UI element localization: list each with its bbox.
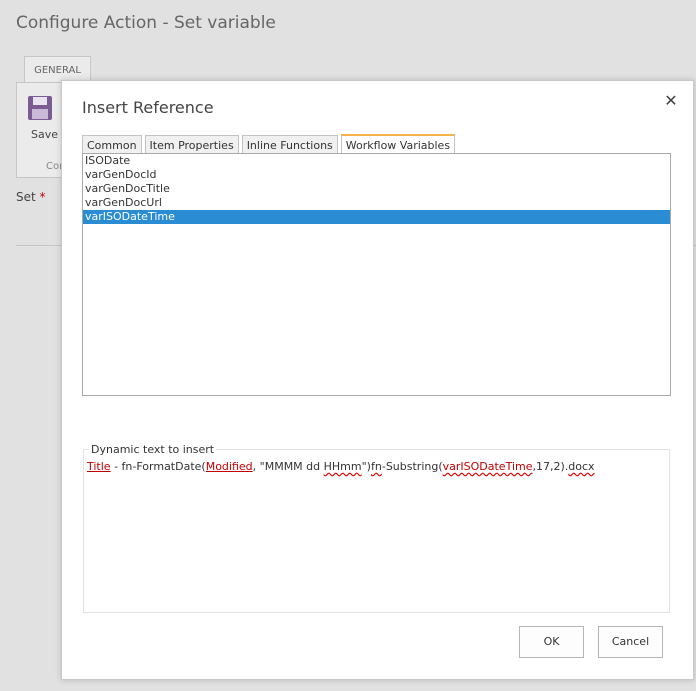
text-segment: fn: [370, 460, 382, 473]
text-segment: , "MMMM dd: [252, 460, 324, 473]
insert-reference-dialog: Insert Reference ✕ Common Item Propertie…: [61, 80, 694, 680]
save-icon[interactable]: [27, 95, 53, 121]
set-label-text: Set: [16, 190, 36, 204]
reference-tabs: Common Item Properties Inline Functions …: [82, 134, 458, 155]
dynamic-text-field[interactable]: Dynamic text to insert Title - fn-Format…: [83, 443, 670, 613]
reference-token-var[interactable]: varISODateTime: [443, 460, 533, 473]
tab-inline-functions[interactable]: Inline Functions: [241, 135, 338, 154]
ribbon-group: Save Con: [16, 82, 65, 178]
cancel-button[interactable]: Cancel: [598, 626, 663, 658]
list-item[interactable]: varGenDocUrl: [83, 196, 670, 210]
text-segment: - fn-FormatDate(: [110, 460, 206, 473]
required-mark: *: [39, 190, 46, 204]
divider: [16, 245, 66, 246]
reference-token-title[interactable]: Title: [87, 460, 111, 473]
dynamic-text-legend: Dynamic text to insert: [89, 443, 217, 456]
variables-listbox[interactable]: ISODate varGenDocId varGenDocTitle varGe…: [82, 153, 671, 396]
text-segment: "): [361, 460, 371, 473]
ribbon-tab-general[interactable]: GENERAL: [24, 56, 91, 83]
list-item-selected[interactable]: varISODateTime: [83, 210, 670, 224]
reference-token-modified[interactable]: Modified: [206, 460, 253, 473]
dialog-title: Insert Reference: [82, 98, 214, 117]
close-icon[interactable]: ✕: [663, 93, 679, 109]
tab-common[interactable]: Common: [82, 135, 142, 154]
dynamic-text-value[interactable]: Title - fn-FormatDate(Modified, "MMMM dd…: [87, 460, 595, 473]
text-segment: -Substring(: [381, 460, 443, 473]
page-title: Configure Action - Set variable: [16, 13, 276, 33]
tab-item-properties[interactable]: Item Properties: [144, 135, 239, 154]
tab-workflow-variables[interactable]: Workflow Variables: [340, 134, 456, 155]
list-item[interactable]: ISODate: [83, 154, 670, 168]
list-item[interactable]: varGenDocTitle: [83, 182, 670, 196]
list-item[interactable]: varGenDocId: [83, 168, 670, 182]
ok-button[interactable]: OK: [519, 626, 584, 658]
save-button-label[interactable]: Save: [31, 128, 58, 141]
set-label: Set *: [16, 190, 46, 204]
text-segment: docx: [568, 460, 595, 473]
text-segment: ,17,2).: [532, 460, 569, 473]
text-segment: HHmm: [323, 460, 362, 473]
